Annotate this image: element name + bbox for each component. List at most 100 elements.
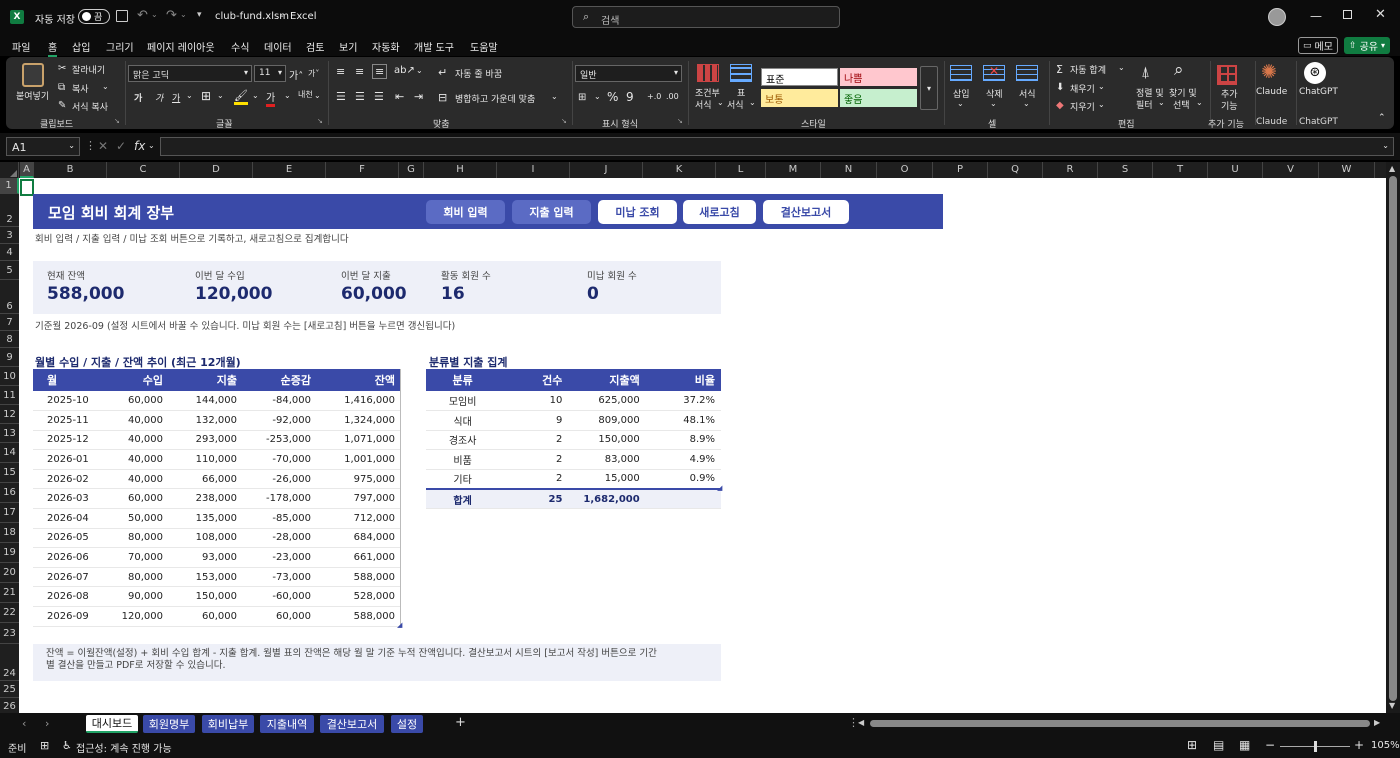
row-header-2[interactable]: 2 [0, 194, 19, 227]
paste-icon[interactable] [22, 63, 44, 87]
normal-view-icon[interactable]: ⊞ [1187, 738, 1197, 752]
phonetic-icon[interactable]: 내천 [298, 89, 313, 100]
alignment-launcher-icon[interactable]: ↘ [561, 117, 567, 125]
menu-tab-11[interactable]: 도움말 [470, 39, 498, 54]
income-entry-button[interactable]: 회비 입력 [426, 200, 505, 224]
copy-icon[interactable]: ⧉ [58, 82, 65, 93]
font-name-select[interactable]: 맑은 고딕 ▾ [128, 65, 252, 82]
chatgpt-label[interactable]: ChatGPT [1299, 87, 1338, 97]
menu-tab-8[interactable]: 보기 [339, 39, 357, 54]
menu-tab-6[interactable]: 데이터 [264, 39, 292, 54]
decrease-font-icon[interactable]: 가˅ [308, 68, 319, 79]
align-left-icon[interactable]: ☰ [336, 90, 346, 103]
active-cell[interactable] [20, 179, 34, 196]
category-table-resize-icon[interactable]: ◢ [717, 484, 722, 492]
sheet-tab[interactable]: 대시보드 [86, 715, 138, 733]
row-header-4[interactable]: 4 [0, 244, 19, 261]
clear-dropdown-icon[interactable]: ⌄ [1098, 100, 1105, 109]
underline-icon[interactable]: 가 [172, 91, 180, 104]
number-launcher-icon[interactable]: ↘ [677, 117, 683, 125]
increase-font-icon[interactable]: 가˄ [289, 67, 303, 82]
scroll-right-icon[interactable]: ▶ [1374, 718, 1380, 727]
accounting-format-icon[interactable]: ⊞ [578, 92, 586, 103]
format-cells-dropdown-icon[interactable]: ⌄ [1023, 99, 1030, 108]
clear-label[interactable]: 지우기 [1070, 100, 1095, 113]
horizontal-scroll-thumb[interactable] [870, 720, 1370, 727]
column-header-D[interactable]: D [180, 162, 253, 178]
column-header-M[interactable]: M [766, 162, 821, 178]
copy-label[interactable]: 복사 [72, 82, 89, 95]
sheet-tab[interactable]: 회원명부 [143, 715, 195, 733]
format-as-table-icon[interactable] [730, 64, 752, 82]
name-box[interactable]: A1 ⌄ [6, 137, 80, 156]
settlement-report-button[interactable]: 결산보고서 [763, 200, 849, 224]
menu-tab-3[interactable]: 그리기 [106, 39, 134, 54]
column-header-W[interactable]: W [1319, 162, 1375, 178]
chatgpt-icon[interactable]: ⊛ [1304, 62, 1326, 84]
sort-filter-dropdown-icon[interactable]: ⌄ [1158, 98, 1165, 107]
macro-record-icon[interactable]: ⊞ [40, 739, 49, 752]
column-header-A[interactable]: A [20, 162, 34, 178]
format-as-table-label-2[interactable]: 서식 [727, 98, 744, 111]
clear-icon[interactable]: ◆ [1056, 100, 1064, 111]
scroll-left-icon[interactable]: ◀ [858, 718, 864, 727]
row-header-15[interactable]: 15 [0, 463, 19, 483]
zoom-level[interactable]: 105% [1371, 740, 1400, 751]
page-break-view-icon[interactable]: ▦ [1239, 738, 1250, 752]
find-select-dropdown-icon[interactable]: ⌄ [1196, 98, 1203, 107]
refresh-button[interactable]: 새로고침 [683, 200, 756, 224]
decrease-indent-icon[interactable]: ⇤ [395, 90, 404, 103]
sheet-tab[interactable]: 결산보고서 [320, 715, 384, 733]
row-header-20[interactable]: 20 [0, 563, 19, 583]
scroll-down-icon[interactable]: ▼ [1389, 701, 1395, 710]
comma-icon[interactable]: 9 [626, 90, 634, 104]
fill-label[interactable]: 채우기 [1070, 82, 1095, 95]
next-sheet-icon[interactable]: › [45, 717, 49, 730]
horizontal-scrollbar[interactable]: ◀ ▶ [858, 718, 1384, 730]
paste-label[interactable]: 붙여넣기 [16, 89, 49, 102]
wrap-text-icon[interactable]: ↵ [438, 66, 447, 79]
autosum-icon[interactable]: Σ [1056, 63, 1063, 76]
cancel-entry-icon[interactable]: ✕ [98, 139, 108, 153]
row-header-10[interactable]: 10 [0, 367, 19, 386]
autosum-dropdown-icon[interactable]: ⌄ [1118, 63, 1125, 72]
row-header-25[interactable]: 25 [0, 681, 19, 698]
row-header-1[interactable]: 1 [0, 178, 19, 194]
clipboard-launcher-icon[interactable]: ↘ [114, 117, 120, 125]
column-header-U[interactable]: U [1208, 162, 1263, 178]
insert-cells-icon[interactable] [950, 65, 972, 81]
conditional-format-dropdown-icon[interactable]: ⌄ [717, 98, 724, 107]
row-header-23[interactable]: 23 [0, 623, 19, 644]
row-header-7[interactable]: 7 [0, 314, 19, 331]
font-color-icon[interactable]: 가 [266, 89, 276, 107]
column-header-O[interactable]: O [877, 162, 933, 178]
minimize-icon[interactable]: — [1310, 9, 1322, 23]
find-select-label-2[interactable]: 선택 [1173, 98, 1190, 111]
undo-dropdown-icon[interactable]: ⌄ [151, 10, 158, 19]
zoom-out-icon[interactable]: − [1265, 738, 1275, 752]
style-neutral[interactable]: 보통 [761, 89, 838, 107]
monthly-table-resize-icon[interactable]: ◢ [397, 621, 402, 629]
quick-access-menu-icon[interactable]: ▾ [197, 10, 202, 20]
zoom-in-icon[interactable]: + [1354, 738, 1364, 752]
autosave-toggle[interactable]: 끔 [78, 9, 110, 24]
row-header-5[interactable]: 5 [0, 261, 19, 280]
row-header-16[interactable]: 16 [0, 483, 19, 503]
column-header-H[interactable]: H [424, 162, 497, 178]
accounting-dropdown-icon[interactable]: ⌄ [594, 92, 601, 101]
scroll-up-icon[interactable]: ▲ [1389, 164, 1395, 173]
zoom-slider[interactable] [1280, 741, 1350, 752]
format-painter-icon[interactable]: ✎ [58, 100, 66, 111]
expense-entry-button[interactable]: 지출 입력 [512, 200, 591, 224]
row-header-11[interactable]: 11 [0, 386, 19, 405]
font-color-dropdown-icon[interactable]: ⌄ [284, 91, 291, 100]
phonetic-dropdown-icon[interactable]: ⌄ [314, 91, 321, 100]
column-header-E[interactable]: E [253, 162, 326, 178]
styles-more-icon[interactable]: ▾ [920, 66, 938, 110]
sheet-tab[interactable]: 지출내역 [260, 715, 314, 733]
row-header-22[interactable]: 22 [0, 603, 19, 623]
addins-label-2[interactable]: 기능 [1221, 99, 1238, 112]
addins-icon[interactable] [1217, 65, 1237, 85]
sheet-tab[interactable]: 회비납부 [202, 715, 254, 733]
format-painter-label[interactable]: 서식 복사 [72, 100, 108, 113]
